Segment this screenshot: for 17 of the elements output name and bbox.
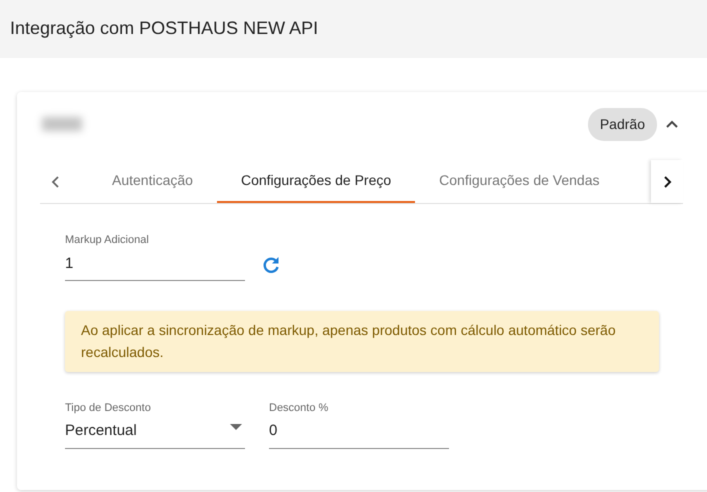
refresh-icon[interactable] — [261, 255, 281, 275]
dropdown-arrow-icon — [230, 424, 242, 430]
blurred-label — [42, 117, 82, 131]
chevron-left-icon — [51, 176, 61, 188]
field-label: Markup Adicional — [65, 233, 150, 248]
tab[interactable]: Configurações de Vendas — [415, 160, 624, 203]
markup-input[interactable]: 1 — [65, 250, 245, 281]
field-label: Desconto % — [269, 400, 330, 416]
discount-input[interactable]: 0 — [269, 418, 449, 449]
chevron-right-icon — [662, 176, 672, 188]
default-badge: Padrão — [588, 108, 657, 140]
info-alert: Ao aplicar a sincronização de markup, apenas produtos com cálculo automático serão recalculados. — [65, 311, 659, 372]
page-title: Integração com POSTHAUS NEW API — [10, 18, 318, 40]
discount-type-select[interactable]: Percentual — [65, 418, 245, 449]
tab[interactable]: Configurações de Preço — [216, 160, 416, 203]
tab[interactable]: Autenticação — [88, 160, 217, 203]
field-label: Tipo de Desconto — [65, 400, 152, 416]
